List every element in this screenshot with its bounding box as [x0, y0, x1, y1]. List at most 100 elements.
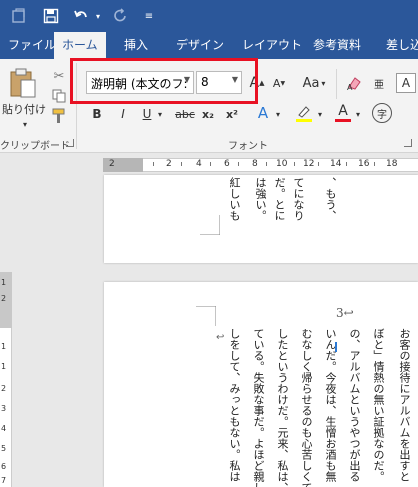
- ruler-tick: [181, 162, 182, 166]
- tab-design[interactable]: デザイン: [168, 32, 232, 59]
- phonetic-guide-icon[interactable]: 亜: [370, 73, 388, 93]
- tab-insert[interactable]: 挿入: [116, 32, 156, 59]
- shrink-font-button[interactable]: A ▼: [272, 73, 286, 93]
- ruler-tick: [346, 162, 347, 166]
- highlight-color-button[interactable]: [294, 103, 314, 123]
- undo-dropdown-icon[interactable]: ▾: [93, 4, 103, 28]
- vruler-label: 1: [1, 278, 7, 287]
- text-column: だ。とに: [273, 177, 286, 221]
- page-1[interactable]: 、もう、 てになり だ。とに は強い。 紅しいも: [104, 175, 418, 263]
- ruler-label: 8: [252, 159, 258, 169]
- ruler-label: 16: [358, 159, 370, 169]
- tab-mailings[interactable]: 差し込: [378, 32, 418, 59]
- vruler-label: 2: [1, 294, 7, 303]
- margin-mark: [200, 215, 220, 235]
- ruler-label: 4: [196, 159, 202, 169]
- ruler-label: 14: [330, 159, 342, 169]
- tab-layout[interactable]: レイアウト: [234, 32, 310, 59]
- tab-home[interactable]: ホーム: [54, 32, 106, 59]
- undo-icon[interactable]: [70, 4, 92, 28]
- horizontal-ruler[interactable]: [103, 158, 418, 172]
- svg-text:A: A: [347, 83, 353, 91]
- bold-button[interactable]: B: [90, 105, 104, 123]
- ruler-tick: [210, 162, 211, 166]
- underline-dropdown-icon[interactable]: ▾: [155, 105, 165, 123]
- customize-icon[interactable]: ≡: [142, 4, 156, 28]
- ruler-tick: [266, 162, 267, 166]
- quick-access-toolbar: ▾ ≡: [0, 0, 418, 32]
- ruler-tick: [238, 162, 239, 166]
- ruler-label: 12: [303, 159, 315, 169]
- group-separator: [336, 69, 337, 99]
- ruler-tick: [153, 162, 154, 166]
- text-column: むなしく帰らせるのも心苦しくて: [300, 328, 313, 487]
- cut-icon[interactable]: ✂: [50, 67, 68, 85]
- page-2[interactable]: 3↩ ↩ お客の接待にアルバムを出すと ぼと」情熱の無い証拠なのだ。 の、アルバ…: [104, 282, 418, 487]
- font-box-highlight: [70, 58, 258, 104]
- ruler-label: 18: [386, 159, 398, 169]
- highlight-dropdown-icon[interactable]: ▾: [316, 105, 324, 123]
- font-color-button[interactable]: A: [334, 101, 352, 125]
- text-effects-button[interactable]: A: [254, 103, 272, 123]
- clipboard-group-label: クリップボード: [0, 141, 70, 152]
- vruler-label: 2: [1, 384, 7, 393]
- font-group-label: フォント: [228, 141, 268, 152]
- vruler-label: 1: [1, 342, 7, 351]
- ruler-label: 10: [276, 159, 288, 169]
- strikethrough-button[interactable]: abc: [174, 105, 196, 123]
- clipboard-launcher-icon[interactable]: [66, 139, 74, 147]
- text-column: お客の接待にアルバムを出すと: [398, 328, 411, 482]
- page-number: 3↩: [336, 306, 354, 320]
- text-cursor: [335, 342, 337, 352]
- vruler-label: 3: [1, 404, 7, 413]
- vruler-label: 4: [1, 424, 7, 433]
- font-launcher-icon[interactable]: [404, 139, 412, 147]
- horizontal-ruler-area: 2 2 4 6 8 10 12 14 16 18: [0, 153, 418, 175]
- ruler-tick: [318, 162, 319, 166]
- change-case-button[interactable]: Aa ▾: [300, 73, 328, 93]
- text-column: てになり: [292, 177, 305, 221]
- clear-formatting-icon[interactable]: A: [344, 73, 364, 93]
- format-painter-icon[interactable]: [50, 107, 68, 125]
- shrink-font-label: A: [272, 76, 281, 90]
- ruler-label: 2: [166, 159, 172, 169]
- paste-icon[interactable]: [4, 65, 42, 101]
- paste-button-label[interactable]: 貼り付け: [2, 101, 46, 117]
- vruler-label: 5: [1, 444, 7, 453]
- enclose-characters-button[interactable]: 字: [372, 103, 392, 123]
- text-column: ぼと」情熱の無い証拠なのだ。: [372, 328, 385, 482]
- vruler-label: 6: [1, 462, 7, 471]
- paste-dropdown-icon[interactable]: ▾: [20, 119, 30, 129]
- save-icon[interactable]: [40, 4, 62, 28]
- text-column: したというわけだ。元来、私は、: [276, 328, 289, 487]
- ruler-tick: [294, 162, 295, 166]
- tab-references[interactable]: 参考資料: [305, 32, 369, 59]
- ruler-tick: [374, 162, 375, 166]
- text-column: ている。失敗な事だ。よほど親し: [252, 328, 265, 487]
- margin-mark: [196, 306, 216, 326]
- ruler-label: 6: [224, 159, 230, 169]
- text-column: は強い。: [254, 177, 267, 221]
- text-column: の、アルバムというやつが出る: [348, 328, 361, 482]
- underline-button[interactable]: U: [140, 105, 154, 123]
- ruler-label: 2: [109, 159, 115, 169]
- text-column: しをして、みっともない。私は: [228, 328, 241, 482]
- font-color-dropdown-icon[interactable]: ▾: [354, 105, 362, 123]
- ribbon-tabs: ファイル ホーム 挿入 デザイン レイアウト 参考資料 差し込: [0, 32, 418, 59]
- character-border-icon[interactable]: A: [396, 73, 416, 93]
- autosave-icon[interactable]: [8, 4, 30, 28]
- text-column: 、もう、: [324, 177, 337, 221]
- italic-button[interactable]: I: [116, 105, 130, 123]
- vruler-label: 1: [1, 362, 7, 371]
- superscript-button[interactable]: x²: [224, 105, 240, 123]
- redo-icon[interactable]: [110, 4, 132, 28]
- text-effects-dropdown-icon[interactable]: ▾: [274, 105, 282, 123]
- font-color-label: A: [338, 103, 348, 119]
- phonetic-guide-label: 亜: [374, 79, 384, 91]
- vruler-label: 7: [1, 476, 7, 485]
- text-column: 紅しいも: [228, 177, 241, 221]
- paragraph-mark: ↩: [216, 332, 225, 343]
- vertical-ruler[interactable]: 1 2 1 1 2 3 4 5 6 7: [0, 272, 12, 487]
- subscript-button[interactable]: x₂: [200, 105, 216, 123]
- copy-icon[interactable]: [50, 87, 68, 105]
